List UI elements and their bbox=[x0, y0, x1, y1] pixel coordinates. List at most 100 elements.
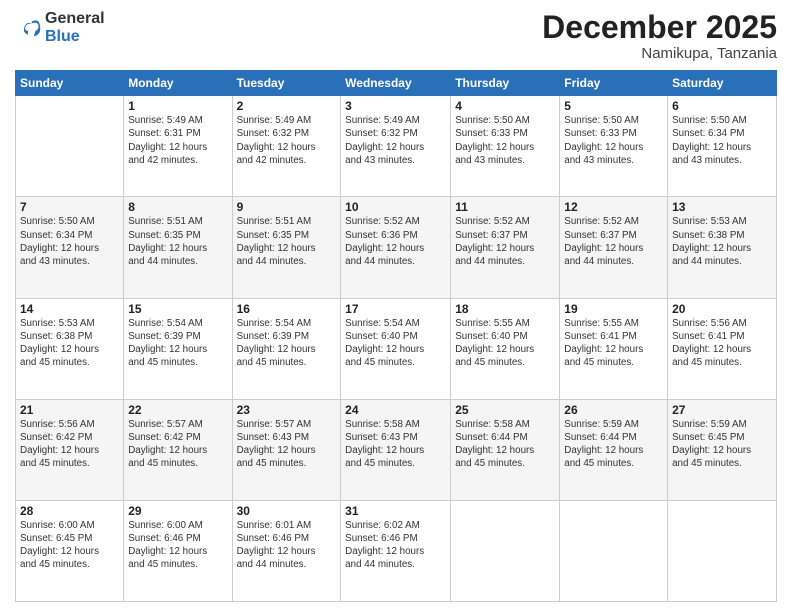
week-row-1: 1Sunrise: 5:49 AMSunset: 6:31 PMDaylight… bbox=[16, 96, 777, 197]
calendar-cell: 6Sunrise: 5:50 AMSunset: 6:34 PMDaylight… bbox=[668, 96, 777, 197]
calendar-cell: 21Sunrise: 5:56 AMSunset: 6:42 PMDayligh… bbox=[16, 399, 124, 500]
day-number: 8 bbox=[128, 200, 227, 214]
calendar-cell bbox=[560, 500, 668, 601]
calendar-cell bbox=[451, 500, 560, 601]
calendar-cell: 10Sunrise: 5:52 AMSunset: 6:36 PMDayligh… bbox=[341, 197, 451, 298]
day-number: 28 bbox=[20, 504, 119, 518]
day-number: 19 bbox=[564, 302, 663, 316]
calendar-cell: 1Sunrise: 5:49 AMSunset: 6:31 PMDaylight… bbox=[124, 96, 232, 197]
calendar-cell: 20Sunrise: 5:56 AMSunset: 6:41 PMDayligh… bbox=[668, 298, 777, 399]
day-number: 25 bbox=[455, 403, 555, 417]
calendar-cell: 27Sunrise: 5:59 AMSunset: 6:45 PMDayligh… bbox=[668, 399, 777, 500]
header: General Blue December 2025 Namikupa, Tan… bbox=[15, 10, 777, 62]
day-number: 5 bbox=[564, 99, 663, 113]
day-info: Sunrise: 5:50 AMSunset: 6:34 PMDaylight:… bbox=[672, 114, 772, 167]
calendar-cell: 8Sunrise: 5:51 AMSunset: 6:35 PMDaylight… bbox=[124, 197, 232, 298]
day-number: 7 bbox=[20, 200, 119, 214]
logo-icon bbox=[15, 14, 43, 42]
day-number: 18 bbox=[455, 302, 555, 316]
day-number: 4 bbox=[455, 99, 555, 113]
calendar-cell: 17Sunrise: 5:54 AMSunset: 6:40 PMDayligh… bbox=[341, 298, 451, 399]
day-number: 3 bbox=[345, 99, 446, 113]
day-info: Sunrise: 5:56 AMSunset: 6:41 PMDaylight:… bbox=[672, 317, 772, 370]
page: General Blue December 2025 Namikupa, Tan… bbox=[0, 0, 792, 612]
day-info: Sunrise: 5:54 AMSunset: 6:40 PMDaylight:… bbox=[345, 317, 446, 370]
calendar-cell: 5Sunrise: 5:50 AMSunset: 6:33 PMDaylight… bbox=[560, 96, 668, 197]
day-number: 30 bbox=[237, 504, 337, 518]
calendar-table: SundayMondayTuesdayWednesdayThursdayFrid… bbox=[15, 70, 777, 602]
weekday-header-wednesday: Wednesday bbox=[341, 71, 451, 96]
day-info: Sunrise: 5:54 AMSunset: 6:39 PMDaylight:… bbox=[237, 317, 337, 370]
day-number: 22 bbox=[128, 403, 227, 417]
calendar-cell: 15Sunrise: 5:54 AMSunset: 6:39 PMDayligh… bbox=[124, 298, 232, 399]
day-info: Sunrise: 5:53 AMSunset: 6:38 PMDaylight:… bbox=[20, 317, 119, 370]
day-info: Sunrise: 5:52 AMSunset: 6:37 PMDaylight:… bbox=[564, 215, 663, 268]
day-info: Sunrise: 5:59 AMSunset: 6:45 PMDaylight:… bbox=[672, 418, 772, 471]
day-info: Sunrise: 6:02 AMSunset: 6:46 PMDaylight:… bbox=[345, 519, 446, 572]
day-info: Sunrise: 5:54 AMSunset: 6:39 PMDaylight:… bbox=[128, 317, 227, 370]
day-info: Sunrise: 5:58 AMSunset: 6:44 PMDaylight:… bbox=[455, 418, 555, 471]
day-number: 13 bbox=[672, 200, 772, 214]
calendar-cell: 11Sunrise: 5:52 AMSunset: 6:37 PMDayligh… bbox=[451, 197, 560, 298]
calendar-cell: 14Sunrise: 5:53 AMSunset: 6:38 PMDayligh… bbox=[16, 298, 124, 399]
day-number: 24 bbox=[345, 403, 446, 417]
weekday-header-tuesday: Tuesday bbox=[232, 71, 341, 96]
day-number: 21 bbox=[20, 403, 119, 417]
day-number: 27 bbox=[672, 403, 772, 417]
day-info: Sunrise: 6:00 AMSunset: 6:45 PMDaylight:… bbox=[20, 519, 119, 572]
day-info: Sunrise: 5:50 AMSunset: 6:34 PMDaylight:… bbox=[20, 215, 119, 268]
weekday-header-saturday: Saturday bbox=[668, 71, 777, 96]
calendar-cell: 13Sunrise: 5:53 AMSunset: 6:38 PMDayligh… bbox=[668, 197, 777, 298]
logo: General Blue bbox=[15, 10, 105, 45]
calendar-cell: 22Sunrise: 5:57 AMSunset: 6:42 PMDayligh… bbox=[124, 399, 232, 500]
day-number: 9 bbox=[237, 200, 337, 214]
day-info: Sunrise: 5:53 AMSunset: 6:38 PMDaylight:… bbox=[672, 215, 772, 268]
day-info: Sunrise: 5:56 AMSunset: 6:42 PMDaylight:… bbox=[20, 418, 119, 471]
day-info: Sunrise: 5:57 AMSunset: 6:42 PMDaylight:… bbox=[128, 418, 227, 471]
calendar-cell: 31Sunrise: 6:02 AMSunset: 6:46 PMDayligh… bbox=[341, 500, 451, 601]
day-info: Sunrise: 5:49 AMSunset: 6:32 PMDaylight:… bbox=[237, 114, 337, 167]
calendar-cell: 2Sunrise: 5:49 AMSunset: 6:32 PMDaylight… bbox=[232, 96, 341, 197]
calendar-cell: 4Sunrise: 5:50 AMSunset: 6:33 PMDaylight… bbox=[451, 96, 560, 197]
weekday-header-friday: Friday bbox=[560, 71, 668, 96]
month-title: December 2025 bbox=[542, 10, 777, 45]
day-info: Sunrise: 5:55 AMSunset: 6:40 PMDaylight:… bbox=[455, 317, 555, 370]
day-info: Sunrise: 5:51 AMSunset: 6:35 PMDaylight:… bbox=[237, 215, 337, 268]
calendar-cell: 29Sunrise: 6:00 AMSunset: 6:46 PMDayligh… bbox=[124, 500, 232, 601]
week-row-4: 21Sunrise: 5:56 AMSunset: 6:42 PMDayligh… bbox=[16, 399, 777, 500]
day-number: 11 bbox=[455, 200, 555, 214]
day-number: 20 bbox=[672, 302, 772, 316]
weekday-header-sunday: Sunday bbox=[16, 71, 124, 96]
day-number: 6 bbox=[672, 99, 772, 113]
calendar-cell: 25Sunrise: 5:58 AMSunset: 6:44 PMDayligh… bbox=[451, 399, 560, 500]
weekday-header-row: SundayMondayTuesdayWednesdayThursdayFrid… bbox=[16, 71, 777, 96]
calendar-cell: 28Sunrise: 6:00 AMSunset: 6:45 PMDayligh… bbox=[16, 500, 124, 601]
calendar-cell: 16Sunrise: 5:54 AMSunset: 6:39 PMDayligh… bbox=[232, 298, 341, 399]
location-title: Namikupa, Tanzania bbox=[542, 45, 777, 62]
calendar-cell: 19Sunrise: 5:55 AMSunset: 6:41 PMDayligh… bbox=[560, 298, 668, 399]
week-row-5: 28Sunrise: 6:00 AMSunset: 6:45 PMDayligh… bbox=[16, 500, 777, 601]
day-info: Sunrise: 5:49 AMSunset: 6:32 PMDaylight:… bbox=[345, 114, 446, 167]
weekday-header-thursday: Thursday bbox=[451, 71, 560, 96]
day-info: Sunrise: 5:58 AMSunset: 6:43 PMDaylight:… bbox=[345, 418, 446, 471]
day-info: Sunrise: 5:51 AMSunset: 6:35 PMDaylight:… bbox=[128, 215, 227, 268]
calendar-cell: 23Sunrise: 5:57 AMSunset: 6:43 PMDayligh… bbox=[232, 399, 341, 500]
day-info: Sunrise: 5:52 AMSunset: 6:37 PMDaylight:… bbox=[455, 215, 555, 268]
day-info: Sunrise: 5:50 AMSunset: 6:33 PMDaylight:… bbox=[564, 114, 663, 167]
title-block: December 2025 Namikupa, Tanzania bbox=[542, 10, 777, 62]
day-number: 2 bbox=[237, 99, 337, 113]
day-number: 23 bbox=[237, 403, 337, 417]
week-row-3: 14Sunrise: 5:53 AMSunset: 6:38 PMDayligh… bbox=[16, 298, 777, 399]
day-number: 1 bbox=[128, 99, 227, 113]
calendar-cell: 3Sunrise: 5:49 AMSunset: 6:32 PMDaylight… bbox=[341, 96, 451, 197]
calendar-cell: 9Sunrise: 5:51 AMSunset: 6:35 PMDaylight… bbox=[232, 197, 341, 298]
day-number: 14 bbox=[20, 302, 119, 316]
week-row-2: 7Sunrise: 5:50 AMSunset: 6:34 PMDaylight… bbox=[16, 197, 777, 298]
day-info: Sunrise: 5:49 AMSunset: 6:31 PMDaylight:… bbox=[128, 114, 227, 167]
day-info: Sunrise: 6:00 AMSunset: 6:46 PMDaylight:… bbox=[128, 519, 227, 572]
day-number: 15 bbox=[128, 302, 227, 316]
day-number: 12 bbox=[564, 200, 663, 214]
day-number: 31 bbox=[345, 504, 446, 518]
day-info: Sunrise: 5:55 AMSunset: 6:41 PMDaylight:… bbox=[564, 317, 663, 370]
day-number: 29 bbox=[128, 504, 227, 518]
